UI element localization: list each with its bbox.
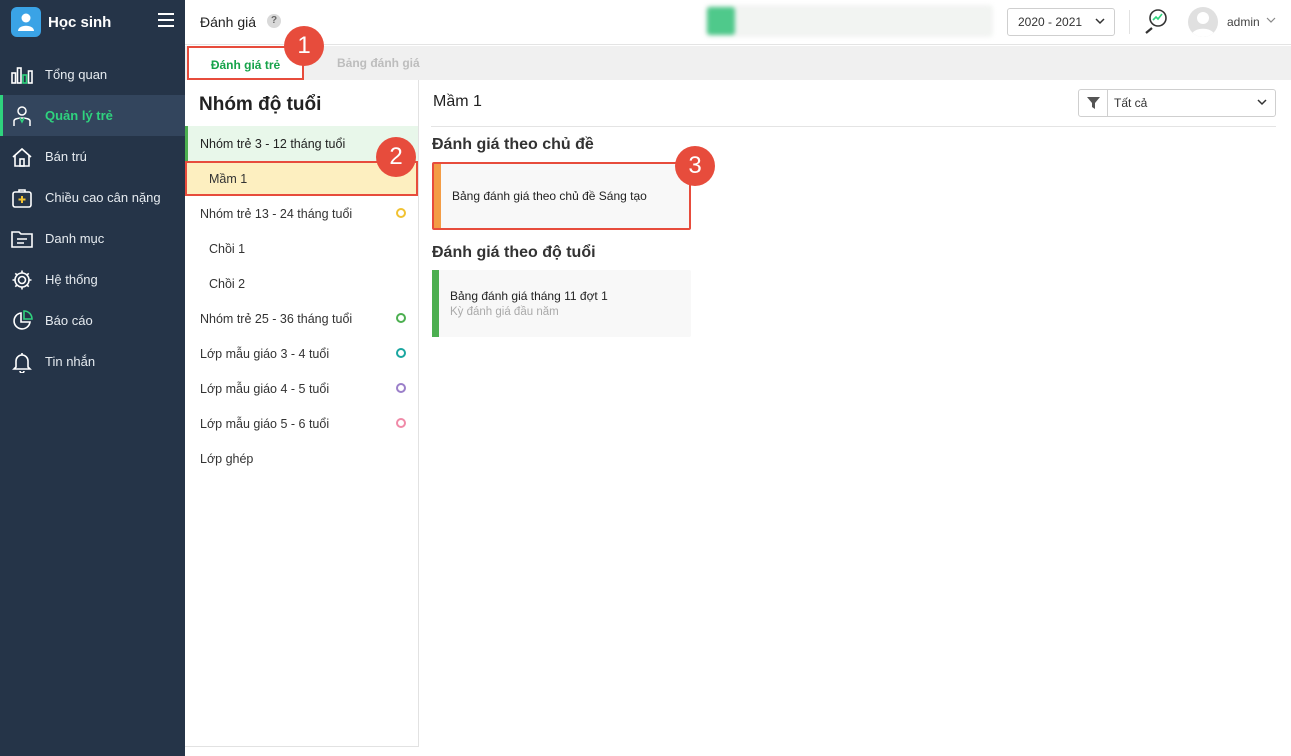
sidebar-item-child-management[interactable]: Quản lý trẻ [0, 95, 185, 136]
student-logo-icon [11, 7, 41, 37]
teacher-icon [10, 104, 34, 128]
folder-icon [10, 227, 34, 251]
class-item[interactable]: Chồi 2 [185, 266, 418, 301]
menu-toggle-icon[interactable] [158, 13, 174, 27]
sidebar-item-height-weight[interactable]: Chiều cao cân nặng [0, 177, 185, 218]
sidebar-item-reports[interactable]: Báo cáo [0, 300, 185, 341]
age-group-item[interactable]: Lớp ghép [185, 441, 418, 476]
card-title: Bảng đánh giá theo chủ đề Sáng tạo [452, 189, 647, 203]
class-item[interactable]: Chồi 1 [185, 231, 418, 266]
sidebar-item-label: Hệ thống [45, 272, 98, 287]
tab-evaluation-table[interactable]: Bảng đánh giá [313, 46, 444, 80]
age-group-item[interactable]: Lớp mẫu giáo 5 - 6 tuổi [185, 406, 418, 441]
class-title: Mầm 1 [433, 93, 482, 110]
school-year-select[interactable]: 2020 - 2021 [1007, 8, 1115, 36]
status-dot [396, 208, 406, 218]
sidebar-item-messages[interactable]: Tin nhắn [0, 341, 185, 382]
page-title: Đánh giá [200, 14, 257, 30]
bell-icon [10, 350, 34, 374]
card-accent [432, 270, 439, 337]
age-group-label: Lớp ghép [200, 451, 254, 466]
sidebar-item-system[interactable]: Hệ thống [0, 259, 185, 300]
age-group-heading: Nhóm độ tuổi [199, 94, 322, 115]
school-selector[interactable] [705, 5, 993, 37]
sidebar-item-label: Quản lý trẻ [45, 108, 113, 123]
age-group-label: Lớp mẫu giáo 4 - 5 tuổi [200, 381, 330, 396]
age-group-label: Nhóm trẻ 13 - 24 tháng tuổi [200, 206, 353, 221]
sidebar-item-label: Chiều cao cân nặng [45, 190, 161, 205]
filter-icon [1079, 90, 1108, 116]
divider [431, 126, 1276, 127]
gear-icon [10, 268, 34, 292]
section-title-age: Đánh giá theo độ tuổi [432, 244, 596, 261]
sidebar-item-catalog[interactable]: Danh mục [0, 218, 185, 259]
callout-badge: 2 [376, 137, 416, 177]
age-group-item[interactable]: Lớp mẫu giáo 4 - 5 tuổi [185, 371, 418, 406]
school-logo-icon [707, 7, 735, 35]
sidebar-item-label: Bán trú [45, 149, 87, 164]
card-accent [434, 164, 441, 228]
status-dot [396, 348, 406, 358]
sidebar-item-label: Tổng quan [45, 67, 108, 82]
status-dot [396, 383, 406, 393]
age-group-list: Nhóm trẻ 3 - 12 tháng tuổi Mầm 1 Nhóm tr… [185, 126, 418, 476]
home-icon [10, 145, 34, 169]
search-chart-icon[interactable] [1143, 8, 1169, 34]
sidebar: Học sinh Tổng quan Quản lý trẻ Bán trú C… [0, 0, 185, 756]
header-divider [1129, 10, 1130, 34]
age-group-item[interactable]: Nhóm trẻ 25 - 36 tháng tuổi [185, 301, 418, 336]
app-title: Học sinh [48, 13, 112, 31]
avatar[interactable] [1188, 7, 1218, 37]
sidebar-nav: Tổng quan Quản lý trẻ Bán trú Chiều cao … [0, 54, 185, 382]
class-label: Mầm 1 [209, 171, 248, 186]
age-group-item[interactable]: Lớp mẫu giáo 3 - 4 tuổi [185, 336, 418, 371]
evaluation-card[interactable]: Bảng đánh giá tháng 11 đợt 1 Kỳ đánh giá… [432, 270, 691, 337]
callout-badge: 1 [284, 26, 324, 66]
age-group-label: Nhóm trẻ 25 - 36 tháng tuổi [200, 311, 353, 326]
help-icon[interactable]: ? [267, 14, 281, 28]
chevron-down-icon[interactable] [1266, 16, 1276, 24]
school-year-value: 2020 - 2021 [1018, 15, 1083, 29]
sidebar-item-label: Tin nhắn [45, 354, 96, 369]
user-name[interactable]: admin [1227, 15, 1260, 29]
callout-badge: 3 [675, 146, 715, 186]
class-label: Chồi 2 [209, 276, 246, 291]
status-dot [396, 418, 406, 428]
tab-bar: Đánh giá trẻ Bảng đánh giá [185, 46, 1291, 80]
evaluation-card[interactable]: Bảng đánh giá theo chủ đề Sáng tạo [432, 162, 691, 230]
age-group-label: Lớp mẫu giáo 3 - 4 tuổi [200, 346, 330, 361]
sidebar-item-overview[interactable]: Tổng quan [0, 54, 185, 95]
evaluation-content: Mầm 1 Tất cả Đánh giá theo chủ đề Bảng đ… [419, 80, 1291, 756]
filter-value: Tất cả [1114, 96, 1148, 110]
medical-kit-icon [10, 186, 34, 210]
chevron-down-icon [1095, 18, 1105, 25]
age-group-item[interactable]: Nhóm trẻ 13 - 24 tháng tuổi [185, 196, 418, 231]
card-title: Bảng đánh giá tháng 11 đợt 1 [450, 289, 608, 303]
age-group-panel: Nhóm độ tuổi Nhóm trẻ 3 - 12 tháng tuổi … [185, 80, 419, 747]
top-header: Đánh giá ? 2020 - 2021 admin [185, 0, 1291, 45]
filter-select[interactable]: Tất cả [1078, 89, 1276, 117]
section-title-topic: Đánh giá theo chủ đề [432, 136, 594, 153]
status-dot [396, 313, 406, 323]
card-subtitle: Kỳ đánh giá đầu năm [450, 306, 559, 318]
chevron-down-icon [1257, 99, 1267, 106]
class-label: Chồi 1 [209, 241, 246, 256]
age-group-label: Nhóm trẻ 3 - 12 tháng tuổi [200, 136, 346, 151]
sidebar-item-label: Danh mục [45, 231, 105, 246]
age-group-label: Lớp mẫu giáo 5 - 6 tuổi [200, 416, 330, 431]
pie-chart-icon [10, 309, 34, 333]
sidebar-item-boarding[interactable]: Bán trú [0, 136, 185, 177]
bar-chart-icon [10, 63, 34, 87]
sidebar-item-label: Báo cáo [45, 313, 93, 328]
